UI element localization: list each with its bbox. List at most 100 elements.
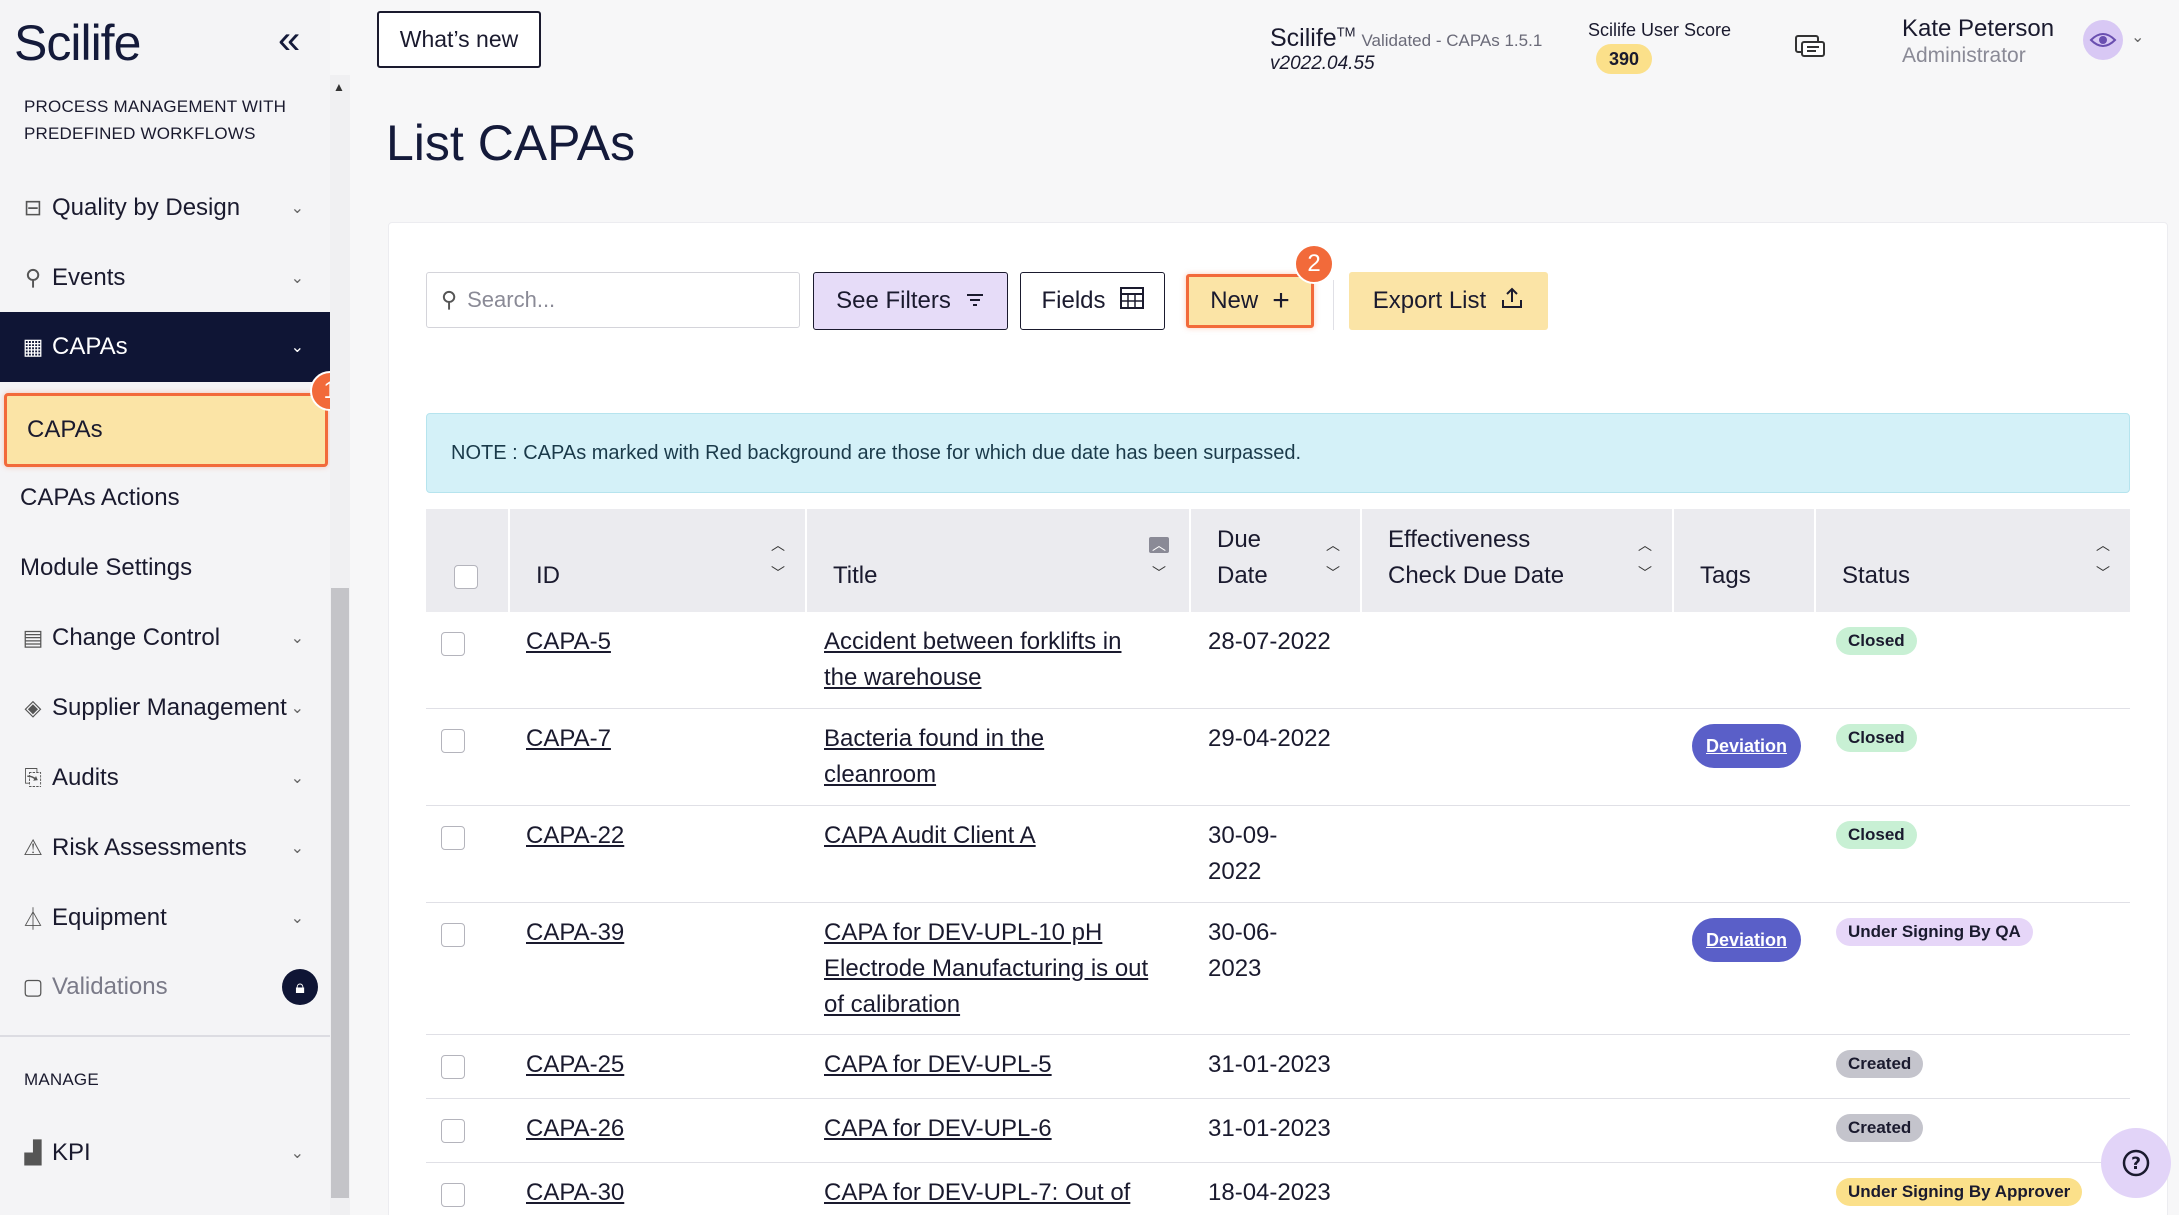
export-label: Export List [1372,287,1487,314]
sort-icon-active[interactable]: ︿ ﹀ [1149,531,1169,587]
capa-title-link[interactable]: CAPA for DEV-UPL-7: Out of [824,1175,1130,1211]
sidebar-item-validations[interactable]: ▢ Validations 🔒︎ [0,952,330,1022]
sort-icon[interactable]: ︿ ﹀ [2096,531,2110,587]
capa-id-link[interactable]: CAPA-25 [526,1051,624,1078]
sidebar-item-supplier-management[interactable]: ◈ Supplier Management ⌄ [0,673,330,743]
sidebar-item-equipment[interactable]: ⏃ Equipment ⌄ [0,883,330,953]
sidebar-scrollbar-thumb[interactable] [331,588,349,1198]
header-id[interactable]: ID ︿ ﹀ [510,509,807,612]
user-menu-chevron-icon[interactable]: ⌄ [2131,27,2144,47]
toolbar-separator [1333,280,1334,330]
whats-new-button[interactable]: What’s new [377,11,541,68]
sort-icon[interactable]: ︿ ﹀ [1326,531,1340,587]
help-button[interactable]: ? [2101,1128,2171,1198]
row-checkbox[interactable] [441,1055,465,1079]
capa-id-cell: CAPA-5 [526,624,611,660]
header-eff-label-line1: Effectiveness [1388,526,1531,553]
scroll-up-arrow-icon[interactable]: ▲ [333,80,345,94]
sidebar-item-kpi[interactable]: ▟ KPI ⌄ [0,1118,330,1188]
sort-icon[interactable]: ︿ ﹀ [1638,531,1652,587]
help-glyph: ? [2131,1154,2141,1174]
audit-icon: ⎘ [24,765,42,790]
sidebar-item-events[interactable]: ⚲ Events ⌄ [0,243,330,313]
due-date-cell: 30-09- 2022 [1208,818,1277,890]
sidebar-item-label: CAPAs [52,333,128,360]
row-checkbox[interactable] [441,1183,465,1207]
capa-title-link[interactable]: CAPA for DEV-UPL-5 [824,1047,1052,1083]
sidebar-item-audits[interactable]: ⎘ Audits ⌄ [0,743,330,813]
due-date-text: 29-04-2022 [1208,725,1331,752]
row-checkbox[interactable] [441,923,465,947]
capa-id-link[interactable]: CAPA-39 [526,919,624,946]
due-date-text: 2022 [1208,858,1262,885]
capa-title-cell: CAPA Audit Client A [824,818,1036,854]
new-capa-button[interactable]: New + [1186,274,1314,328]
flask-icon: ⏃ [21,907,44,932]
avatar[interactable] [2083,20,2123,60]
export-list-button[interactable]: Export List [1349,272,1548,330]
app-name-text: Scilife [1270,24,1337,52]
collapse-sidebar-icon[interactable]: « [278,18,300,63]
header-title[interactable]: Title ︿ ﹀ [807,509,1191,612]
sidebar-subitem-capas-actions[interactable]: CAPAs Actions [0,463,330,533]
sidebar-item-label: Validations [52,973,168,1000]
chat-icon[interactable] [1794,32,1826,70]
table-row[interactable]: CAPA-22 CAPA Audit Client A 30-09- 2022 Clos… [426,806,2130,903]
sidebar-divider [0,1035,330,1037]
select-all-checkbox[interactable] [454,565,478,589]
table-row[interactable]: CAPA-39 CAPA for DEV-UPL-10 pH Electrode M… [426,903,2130,1035]
tag-pill[interactable]: Deviation [1692,724,1802,768]
status-badge: Created [1836,1050,1924,1078]
capa-title-cell: CAPA for DEV-UPL-7: Out of [824,1175,1130,1211]
header-select-cell [426,509,510,612]
header-effectiveness[interactable]: Effectiveness Check Due Date ︿ ﹀ [1362,509,1674,612]
row-checkbox[interactable] [441,1119,465,1143]
sidebar-item-risk-assessments[interactable]: ⚠ Risk Assessments ⌄ [0,813,330,883]
due-date-cell: 29-04-2022 [1208,721,1331,757]
table-row[interactable]: CAPA-25 CAPA for DEV-UPL-5 31-01-2023 Creat… [426,1035,2130,1099]
page-title: List CAPAs [386,115,636,171]
sidebar-subitem-capas[interactable]: CAPAs [4,393,328,467]
table-row[interactable]: CAPA-5 Accident between forklifts in the w… [426,612,2130,709]
sidebar-item-label: Equipment [52,904,167,931]
see-filters-button[interactable]: See Filters [813,272,1008,330]
search-input[interactable]: ⚲ Search... [426,272,800,328]
chevron-down-icon: ⌄ [290,840,304,857]
row-checkbox[interactable] [441,632,465,656]
capa-id-link[interactable]: CAPA-26 [526,1115,624,1142]
capa-title-link[interactable]: cleanroom [824,757,1044,793]
plus-icon: + [1272,284,1290,317]
capa-title-link[interactable]: Accident between forklifts in [824,624,1121,660]
sort-icon[interactable]: ︿ ﹀ [771,531,785,587]
due-date-cell: 31-01-2023 [1208,1111,1331,1147]
header-due-date[interactable]: Due Date ︿ ﹀ [1191,509,1362,612]
capa-id-link[interactable]: CAPA-30 [526,1179,624,1206]
table-row[interactable]: CAPA-30 CAPA for DEV-UPL-7: Out of 18-04-2… [426,1163,2130,1215]
capa-id-link[interactable]: CAPA-7 [526,725,611,752]
row-checkbox[interactable] [441,729,465,753]
capa-id-link[interactable]: CAPA-22 [526,822,624,849]
app-name: ScilifeTM Validated - CAPAs 1.5.1 [1270,24,1542,53]
sidebar-subitem-module-settings[interactable]: Module Settings [0,533,330,603]
capa-title-link[interactable]: Electrode Manufacturing is out [824,951,1148,987]
capa-id-link[interactable]: CAPA-5 [526,628,611,655]
sidebar-item-quality-by-design[interactable]: ⊟ Quality by Design ⌄ [0,173,330,243]
due-date-text: 30-06- [1208,919,1278,946]
sidebar-item-capas[interactable]: ▦ CAPAs ⌄ [0,312,330,382]
tag-pill[interactable]: Deviation [1692,918,1802,962]
fields-button[interactable]: Fields [1020,272,1165,330]
table-row[interactable]: CAPA-26 CAPA for DEV-UPL-6 31-01-2023 Creat… [426,1099,2130,1163]
capa-title-link[interactable]: CAPA for DEV-UPL-6 [824,1111,1052,1147]
brand-logo: Scilife [14,15,141,71]
capa-title-link[interactable]: of calibration [824,987,1148,1023]
due-date-cell: 18-04-2023 [1208,1175,1331,1211]
table-row[interactable]: CAPA-7 Bacteria found in the cleanroom 29-0… [426,709,2130,806]
capa-title-link[interactable]: CAPA for DEV-UPL-10 pH [824,915,1148,951]
capa-title-link[interactable]: the warehouse [824,660,1121,696]
quality-icon: ⊟ [23,195,43,220]
header-status[interactable]: Status ︿ ﹀ [1816,509,2130,612]
row-checkbox[interactable] [441,826,465,850]
capa-title-link[interactable]: Bacteria found in the [824,721,1044,757]
sidebar-item-change-control[interactable]: ▤ Change Control ⌄ [0,603,330,673]
capa-title-link[interactable]: CAPA Audit Client A [824,818,1036,854]
